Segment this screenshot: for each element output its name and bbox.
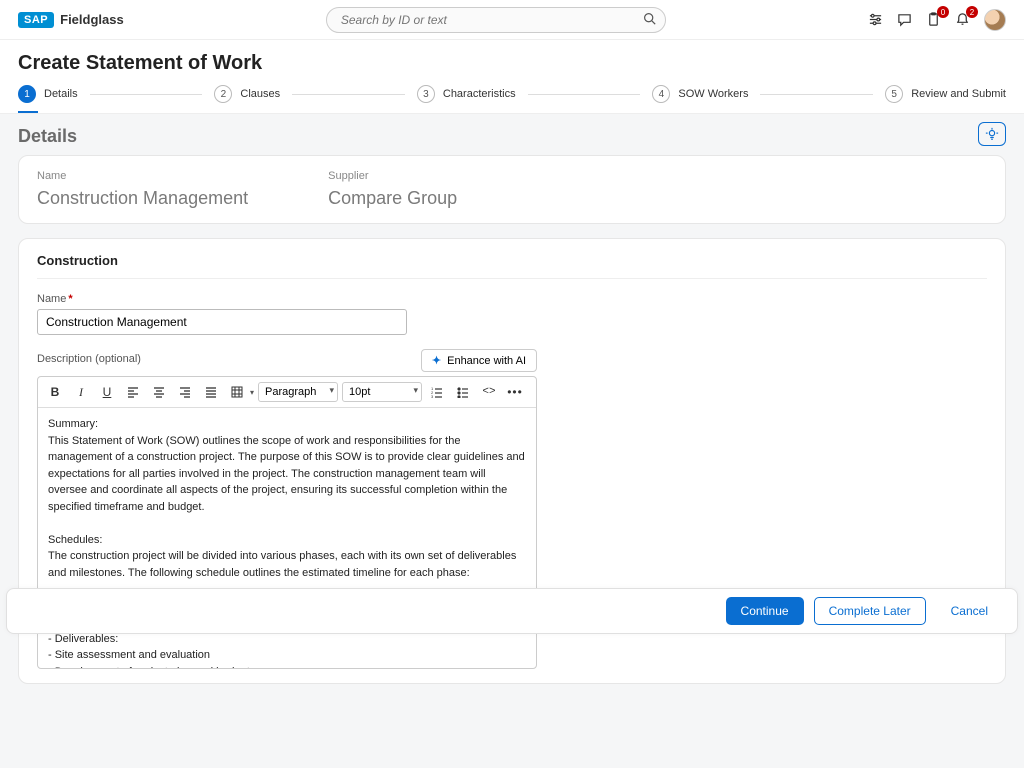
cancel-button[interactable]: Cancel [936,597,1003,625]
step-label: Details [44,88,78,100]
more-button[interactable]: ••• [504,381,526,403]
step-label: Characteristics [443,88,516,100]
app-header: SAP Fieldglass 0 2 [0,0,1024,40]
bell-badge: 2 [966,6,978,18]
header-actions: 0 2 [868,9,1006,31]
name-value: Construction Management [37,188,248,209]
align-center-button[interactable] [148,381,170,403]
align-left-button[interactable] [122,381,144,403]
step-label: Clauses [240,88,280,100]
bell-icon[interactable]: 2 [955,12,970,27]
italic-button[interactable]: I [70,381,92,403]
svg-text:3: 3 [431,394,434,398]
brand-product: Fieldglass [60,12,124,27]
clipboard-icon[interactable]: 0 [926,12,941,27]
clipboard-badge: 0 [937,6,949,18]
step-num: 2 [214,85,232,103]
messages-icon[interactable] [897,12,912,27]
align-justify-button[interactable] [200,381,222,403]
global-search [326,7,666,33]
settings-icon[interactable] [868,12,883,27]
align-right-button[interactable] [174,381,196,403]
step-line [760,94,873,95]
underline-button[interactable]: U [96,381,118,403]
step-line [292,94,405,95]
enhance-label: Enhance with AI [447,355,526,367]
construction-heading: Construction [37,253,987,279]
step-clauses[interactable]: 2 Clauses [214,85,280,103]
editor-toolbar: B I U ▾ [38,377,536,408]
unordered-list-button[interactable] [452,381,474,403]
sparkle-icon: ✦ [432,354,441,367]
step-review[interactable]: 5 Review and Submit [885,85,1006,103]
ordered-list-button[interactable]: 123 [426,381,448,403]
description-label: Description (optional) [37,353,141,365]
step-line [90,94,203,95]
code-button[interactable]: <> [478,381,500,403]
complete-later-button[interactable]: Complete Later [814,597,926,625]
step-num: 3 [417,85,435,103]
details-card: Name Construction Management Supplier Co… [18,155,1006,224]
supplier-label: Supplier [328,170,457,182]
name-field-label: Name* [37,293,987,305]
wizard-stepper: 1 Details 2 Clauses 3 Characteristics 4 … [18,85,1006,103]
brand: SAP Fieldglass [18,12,124,28]
step-characteristics[interactable]: 3 Characteristics [417,85,516,103]
name-label: Name [37,170,248,182]
continue-button[interactable]: Continue [726,597,804,625]
step-num: 4 [652,85,670,103]
table-button[interactable] [226,381,248,403]
step-label: SOW Workers [678,88,748,100]
paragraph-select[interactable]: Paragraph [258,382,338,402]
search-icon[interactable] [643,12,656,25]
page-title: Create Statement of Work [18,52,1006,75]
avatar[interactable] [984,9,1006,31]
enhance-with-ai-button[interactable]: ✦ Enhance with AI [421,349,537,372]
search-input[interactable] [326,7,666,33]
insight-icon[interactable] [978,122,1006,146]
sap-logo: SAP [18,12,54,28]
step-sow-workers[interactable]: 4 SOW Workers [652,85,748,103]
step-line [528,94,641,95]
name-field[interactable] [37,309,407,335]
supplier-value: Compare Group [328,188,457,209]
step-num: 1 [18,85,36,103]
bold-button[interactable]: B [44,381,66,403]
footer-bar: Continue Complete Later Cancel [6,588,1018,634]
step-label: Review and Submit [911,88,1006,100]
step-details[interactable]: 1 Details [18,85,78,103]
step-num: 5 [885,85,903,103]
section-title: Details [18,126,1006,147]
fontsize-select[interactable]: 10pt [342,382,422,402]
